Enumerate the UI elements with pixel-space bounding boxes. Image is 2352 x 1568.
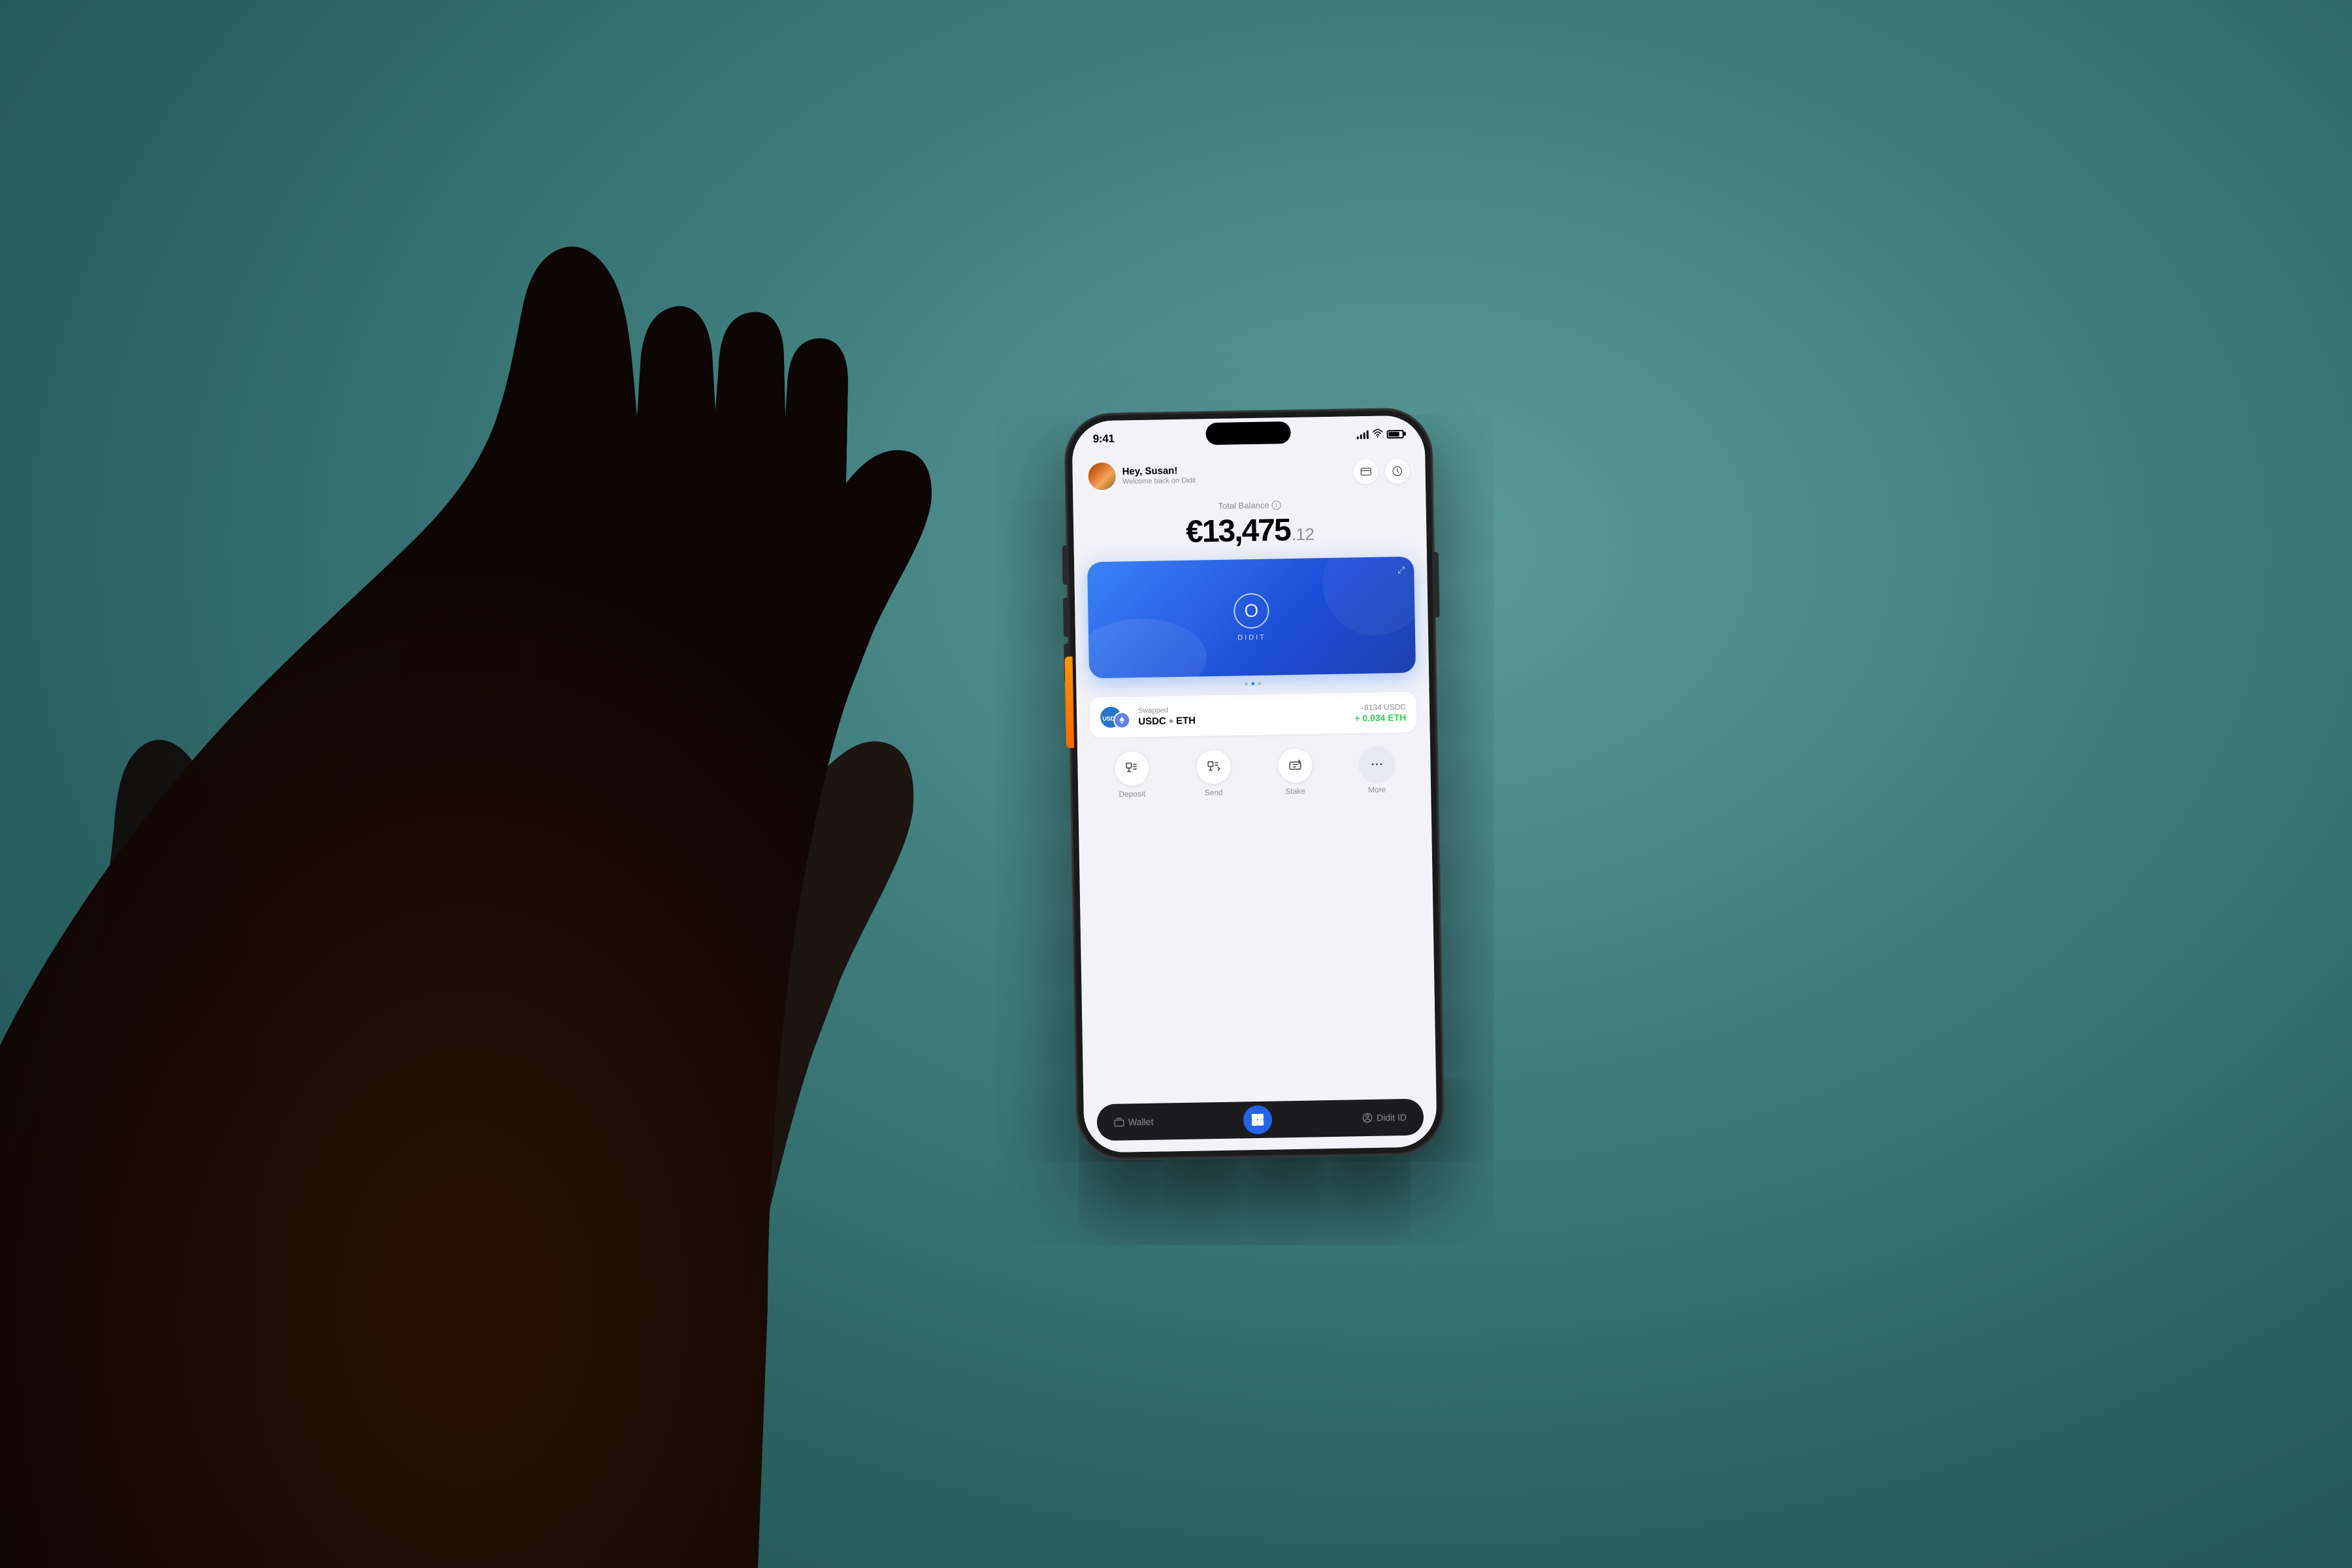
send-action[interactable]: Send [1194, 750, 1233, 798]
balance-amount: €13,475 .12 [1089, 510, 1411, 552]
bottom-nav: Wallet [1097, 1099, 1424, 1141]
didit-id-label: Didit ID [1377, 1112, 1407, 1123]
nav-center-icon [1250, 1113, 1265, 1127]
stake-label: Stake [1285, 787, 1305, 796]
more-icon [1369, 757, 1384, 772]
user-text: Hey, Susan! Welcome back on Didit [1122, 465, 1196, 486]
action-buttons: Deposit [1077, 738, 1431, 808]
card-icon [1360, 466, 1372, 478]
eth-icon [1113, 711, 1130, 728]
wallet-nav-icon [1114, 1117, 1124, 1128]
wallet-nav-label: Wallet [1128, 1117, 1154, 1128]
wallet-card[interactable]: ⤢ O DIDIT [1087, 557, 1416, 679]
header-actions [1353, 459, 1410, 484]
send-label: Send [1205, 788, 1223, 797]
balance-decimal: .12 [1292, 524, 1315, 545]
nav-didit-id[interactable]: Didit ID [1349, 1107, 1420, 1129]
transaction-item[interactable]: USDC [1090, 692, 1417, 738]
dynamic-island [1205, 421, 1291, 445]
status-time: 9:41 [1093, 433, 1115, 446]
expand-icon[interactable]: ⤢ [1397, 564, 1405, 576]
phone-frame: 9:41 [1065, 408, 1444, 1160]
transaction-section: USDC [1076, 682, 1429, 744]
app-content: Hey, Susan! Welcome back on Didit [1072, 445, 1437, 1152]
subtitle-text: Welcome back on Didit [1122, 476, 1196, 485]
balance-section: Total Balance i €13,475 .12 [1073, 493, 1427, 562]
greeting-text: Hey, Susan! [1122, 465, 1196, 478]
signal-icon [1357, 430, 1369, 438]
avatar[interactable] [1088, 463, 1116, 491]
clock-icon [1392, 465, 1403, 477]
tx-plus: + 0.034 ETH [1354, 711, 1406, 723]
deposit-label: Deposit [1119, 789, 1145, 799]
more-action[interactable]: More [1357, 747, 1397, 794]
card-logo: O [1233, 593, 1269, 629]
more-btn-icon [1360, 747, 1394, 781]
send-btn-icon [1196, 750, 1231, 785]
tx-details: Swapped USDC ● ETH [1138, 703, 1347, 727]
tx-minus: -8134 USDC [1354, 702, 1406, 711]
didit-id-icon [1362, 1113, 1373, 1123]
phone-device: 9:41 [1065, 408, 1444, 1160]
balance-info-icon[interactable]: i [1271, 500, 1281, 510]
balance-main: €13,475 [1186, 512, 1290, 550]
card-button[interactable] [1353, 459, 1379, 485]
nav-center-button[interactable] [1243, 1105, 1273, 1135]
stake-action[interactable]: Stake [1275, 748, 1315, 796]
volume-button [1065, 657, 1074, 748]
deposit-icon [1124, 761, 1139, 776]
nav-wallet[interactable]: Wallet [1101, 1111, 1167, 1133]
card-carousel: ⤢ O DIDIT [1074, 556, 1429, 688]
more-label: More [1368, 785, 1386, 794]
app-header: Hey, Susan! Welcome back on Didit [1072, 450, 1426, 499]
send-icon [1206, 760, 1220, 774]
wifi-icon [1373, 429, 1383, 439]
history-button[interactable] [1384, 459, 1410, 484]
app-screen: 9:41 [1071, 415, 1437, 1152]
battery-icon [1387, 429, 1404, 438]
card-brand: DIDIT [1237, 634, 1266, 642]
deposit-btn-icon [1115, 751, 1149, 786]
stake-btn-icon [1278, 748, 1313, 783]
status-icons [1357, 429, 1404, 440]
deposit-action[interactable]: Deposit [1112, 751, 1152, 799]
tx-pair: USDC ● ETH [1138, 712, 1347, 727]
tx-amounts: -8134 USDC + 0.034 ETH [1354, 702, 1407, 723]
stake-icon [1288, 759, 1302, 773]
tx-icons: USDC [1100, 705, 1131, 729]
user-info: Hey, Susan! Welcome back on Didit [1088, 461, 1196, 491]
